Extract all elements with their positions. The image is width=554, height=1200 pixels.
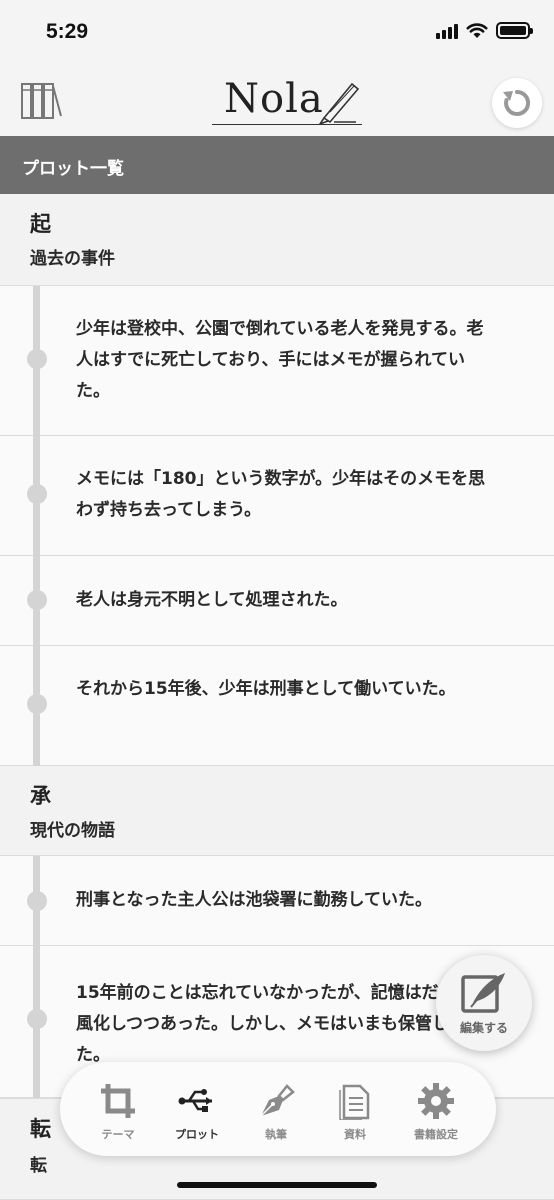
timeline-dot (27, 891, 47, 911)
fountain-pen-icon (319, 82, 360, 124)
cellular-signal-icon (436, 23, 458, 39)
wifi-icon (466, 23, 488, 38)
nav-label: テーマ (101, 1128, 135, 1141)
group-label: 承 (30, 784, 51, 808)
edit-quill-icon (461, 973, 505, 1013)
bottom-nav: テーマ プロット 執筆 資料 書籍設定 (60, 1062, 496, 1156)
document-icon (339, 1084, 370, 1120)
timeline-dot (27, 694, 47, 714)
battery-icon (496, 22, 533, 39)
refresh-button[interactable] (492, 78, 542, 128)
nav-tab-book-settings[interactable]: 書籍設定 (396, 1062, 476, 1156)
section-header: プロット一覧 (0, 136, 554, 194)
edit-button-label: 編集する (459, 1021, 508, 1035)
edit-button[interactable]: 編集する (436, 955, 532, 1051)
plot-group-header[interactable]: 起 過去の事件 (0, 194, 554, 286)
group-label: 起 (30, 212, 51, 236)
bookshelf-icon[interactable] (20, 80, 64, 120)
nav-tab-writing[interactable]: 執筆 (236, 1062, 316, 1156)
status-icons (436, 22, 533, 39)
plot-item-text: 少年は登校中、公園で倒れている老人を発見する。老人はすでに死亡しており、手にはメ… (76, 319, 484, 401)
plot-item-text: 老人は身元不明として処理された。 (76, 590, 348, 610)
plot-item[interactable]: それから15年後、少年は刑事として働いていた。 (0, 646, 554, 766)
logo-underline (212, 124, 362, 125)
refresh-icon (503, 89, 531, 116)
nav-label: プロット (175, 1128, 219, 1141)
timeline-dot (27, 1009, 47, 1029)
home-indicator[interactable] (177, 1182, 377, 1188)
logo-text: Nola (224, 76, 324, 122)
group-label: 転 (30, 1117, 51, 1141)
status-bar: 5:29 (0, 0, 554, 66)
status-time: 5:29 (46, 20, 89, 43)
plot-group-header[interactable]: 承 現代の物語 (0, 766, 554, 856)
timeline-dot (27, 349, 47, 369)
pen-nib-icon (260, 1084, 295, 1117)
plot-item[interactable]: 老人は身元不明として処理された。 (0, 556, 554, 646)
group-subtitle: 過去の事件 (30, 249, 115, 269)
timeline-dot (27, 484, 47, 504)
group-subtitle: 転 (30, 1156, 47, 1176)
gear-icon (418, 1083, 454, 1119)
timeline-dot (27, 590, 47, 610)
section-title: プロット一覧 (22, 159, 124, 179)
plot-item[interactable]: 刑事となった主人公は池袋署に勤務していた。 (0, 856, 554, 946)
plot-item-text: それから15年後、少年は刑事として働いていた。 (76, 679, 456, 699)
usb-icon (178, 1089, 212, 1112)
nav-label: 書籍設定 (414, 1128, 458, 1141)
nav-tab-plot[interactable]: プロット (157, 1062, 237, 1156)
crop-icon (101, 1084, 135, 1118)
nav-label: 執筆 (265, 1128, 287, 1141)
plot-item[interactable]: 少年は登校中、公園で倒れている老人を発見する。老人はすでに死亡しており、手にはメ… (0, 286, 554, 436)
plot-item-text: 刑事となった主人公は池袋署に勤務していた。 (76, 890, 432, 910)
plot-item-text: メモには「180」という数字が。少年はそのメモを思わず持ち去ってしまう。 (76, 469, 486, 520)
plot-item[interactable]: メモには「180」という数字が。少年はそのメモを思わず持ち去ってしまう。 (0, 436, 554, 556)
nav-label: 資料 (344, 1128, 366, 1141)
nola-logo: Nola (212, 74, 364, 132)
group-subtitle: 現代の物語 (30, 821, 115, 841)
nav-tab-materials[interactable]: 資料 (315, 1062, 395, 1156)
plot-item-text: 15年前のことは忘れていなかったが、記憶はだんだん風化しつつあった。しかし、メモ… (76, 983, 490, 1065)
nav-tab-theme[interactable]: テーマ (78, 1062, 158, 1156)
app-header: Nola (0, 66, 554, 136)
